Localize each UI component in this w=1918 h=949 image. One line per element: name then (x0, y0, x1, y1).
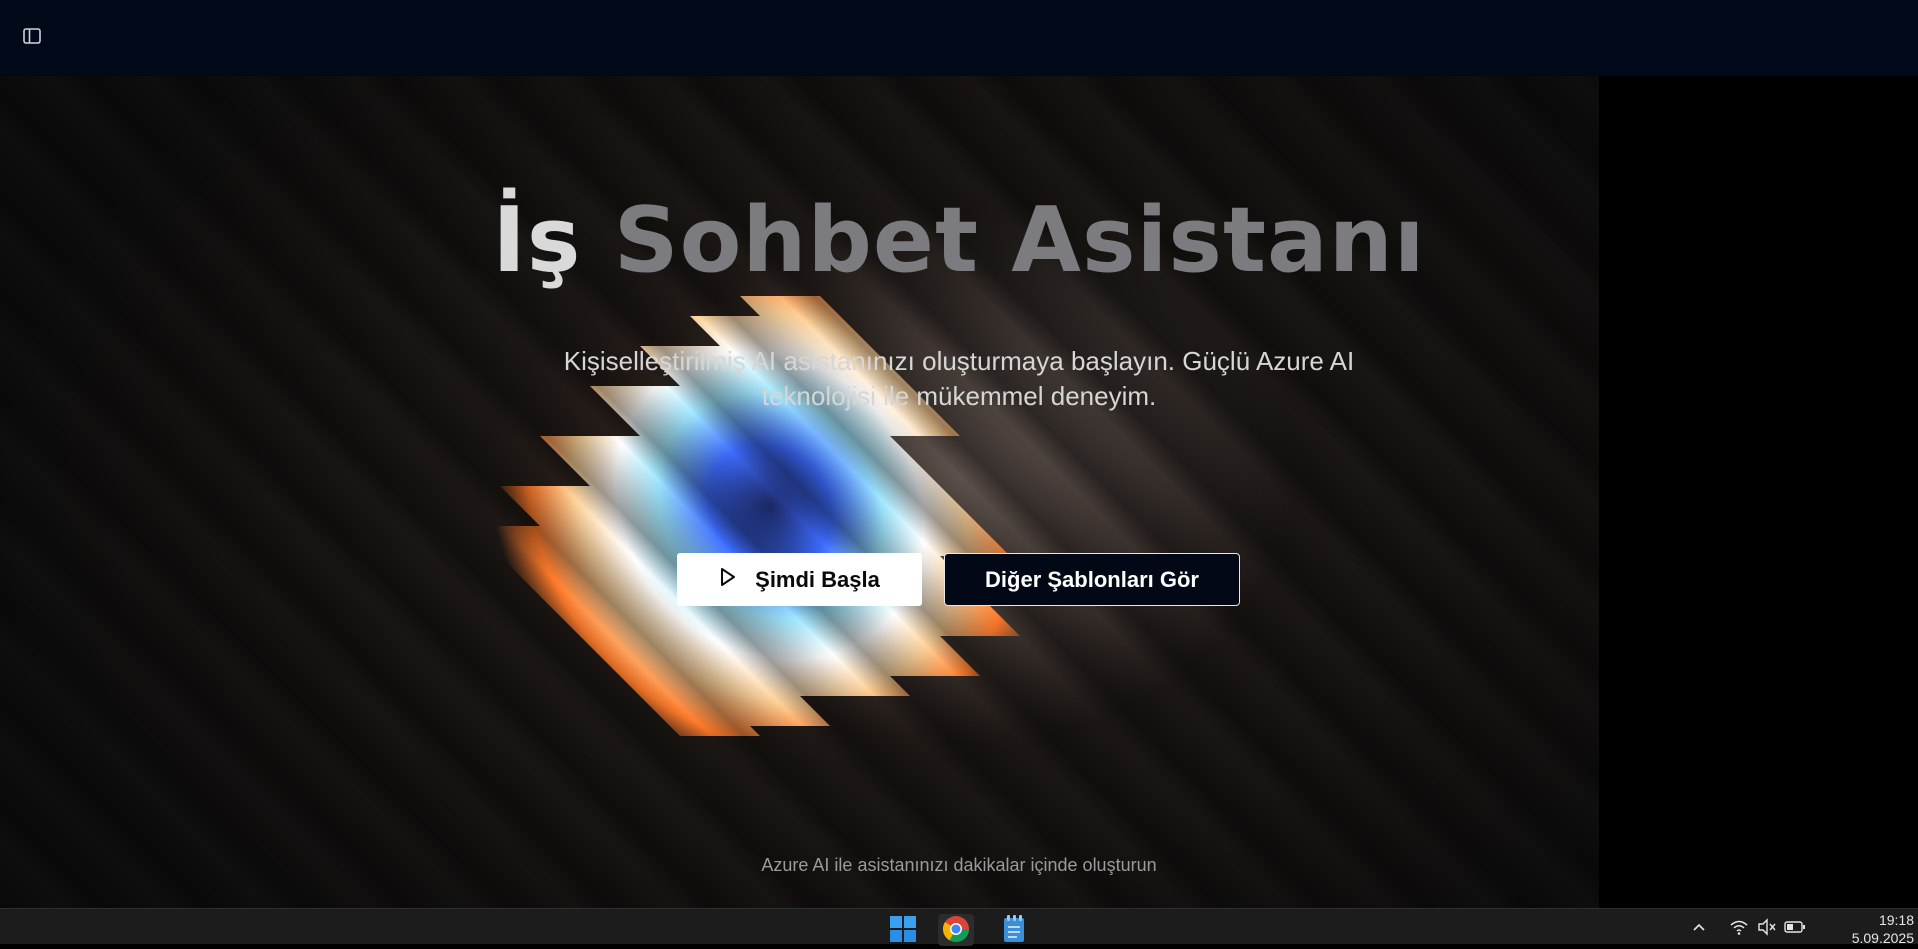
taskbar-clock[interactable]: 19:18 5.09.2025 (1820, 911, 1914, 947)
start-now-label: Şimdi Başla (755, 566, 880, 592)
title-muted: Sohbet Asistanı (613, 188, 1426, 293)
title-highlight: İş (492, 188, 582, 293)
chevron-up-icon[interactable] (1688, 916, 1710, 938)
clock-date: 5.09.2025 (1851, 930, 1914, 946)
windows-start-button[interactable] (885, 914, 921, 946)
wifi-icon[interactable] (1728, 916, 1750, 938)
other-templates-button[interactable]: Diğer Şablonları Gör (944, 553, 1240, 606)
top-bar (0, 0, 1918, 76)
hero-footer-text: Azure AI ile asistanınızı dakikalar için… (761, 855, 1157, 875)
hero-subtitle: Kişiselleştirilmiş AI asistanınızı oluşt… (563, 346, 1355, 411)
battery-icon[interactable] (1784, 916, 1806, 938)
clock-time: 19:18 (1878, 912, 1914, 928)
sidebar-toggle-icon[interactable] (22, 26, 42, 46)
start-now-button[interactable]: Şimdi Başla (677, 553, 922, 606)
taskbar-chrome-app[interactable] (938, 914, 974, 946)
play-icon (719, 567, 737, 593)
system-tray (1688, 909, 1812, 945)
taskbar: 19:18 5.09.2025 (0, 908, 1918, 947)
page-title: İş Sohbet Asistanı (0, 186, 1918, 296)
taskbar-notepad-app[interactable] (996, 914, 1032, 946)
speaker-muted-icon[interactable] (1756, 916, 1778, 938)
